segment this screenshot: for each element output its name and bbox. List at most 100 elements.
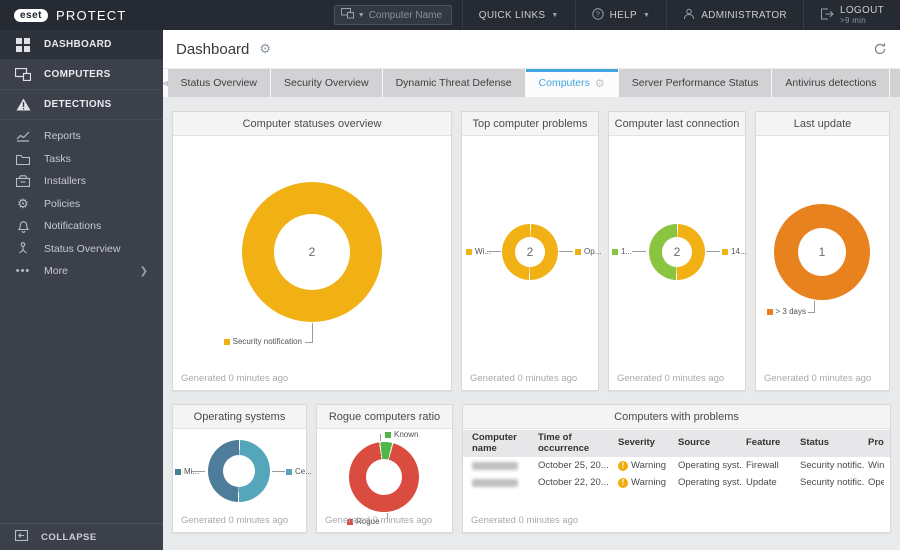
- sidebar-item-tasks[interactable]: Tasks: [0, 148, 163, 171]
- cell-time: October 25, 20...: [538, 460, 609, 471]
- product-name: PROTECT: [56, 7, 127, 23]
- generated-note: Generated 0 minutes ago: [764, 373, 872, 384]
- status-overview-icon: [15, 241, 31, 257]
- tab-settings-gear-icon[interactable]: ⚙: [595, 77, 605, 90]
- sidebar-item-notifications[interactable]: Notifications: [0, 215, 163, 238]
- legend-label: Mi...: [184, 467, 200, 476]
- dashboard-tabstrip: ◃ Status Overview Security Overview Dyna…: [163, 68, 900, 97]
- tab-security-overview[interactable]: Security Overview: [270, 69, 382, 97]
- collapse-icon: [14, 529, 29, 544]
- eset-protect-app: eset PROTECT ▼ QUICK LINKS ▼ ? HELP ▼: [0, 0, 900, 550]
- warning-severity-icon: [618, 477, 628, 488]
- legend-left: Mi...: [175, 467, 199, 476]
- problems-table: Computer name Time of occurrence Severit…: [463, 430, 890, 491]
- legend-older-3-days: > 3 days: [766, 307, 806, 316]
- card-title: Rogue computers ratio: [317, 405, 452, 429]
- refresh-button[interactable]: [873, 42, 887, 56]
- tab-dynamic-threat-defense[interactable]: Dynamic Threat Defense: [382, 69, 525, 97]
- tab-computers[interactable]: Computers ⚙: [525, 69, 618, 97]
- sidebar-item-label: DETECTIONS: [44, 99, 112, 110]
- logout-icon: [820, 8, 834, 23]
- column-header: Severity: [618, 437, 655, 449]
- legend-label: Security notification: [232, 337, 302, 346]
- chevron-down-icon: ▼: [551, 11, 559, 19]
- sidebar-item-label: Tasks: [44, 152, 71, 165]
- legend-label: > 3 days: [775, 307, 806, 316]
- generated-note: Generated 0 minutes ago: [325, 515, 433, 526]
- column-header: Feature: [746, 437, 781, 449]
- sidebar-item-installers[interactable]: Installers: [0, 170, 163, 193]
- cell-problem: Operating syst...: [868, 477, 884, 488]
- search-input[interactable]: [368, 9, 445, 21]
- cell-feature: Firewall: [746, 460, 779, 471]
- detections-warning-icon: [15, 97, 31, 113]
- legend-right: Ce...: [286, 467, 312, 476]
- sidebar-item-computers[interactable]: COMPUTERS: [0, 60, 163, 90]
- sidebar: DASHBOARD COMPUTERS DETECTIONS Reports T…: [0, 30, 163, 550]
- legend-label: 1...: [621, 247, 633, 256]
- installers-box-icon: [15, 173, 31, 189]
- redacted-computer-name: [472, 478, 518, 487]
- card-title: Last update: [756, 112, 889, 136]
- chevron-right-icon: ❯: [139, 265, 148, 277]
- donut-center-value: 2: [673, 245, 681, 259]
- quick-links-menu[interactable]: QUICK LINKS ▼: [461, 0, 575, 30]
- card-computer-statuses-overview: Computer statuses overview 2 Security no…: [172, 111, 452, 391]
- table-row[interactable]: October 22, 20... Warning Operating syst…: [463, 474, 890, 491]
- tab-status-overview[interactable]: Status Overview: [167, 69, 270, 97]
- legend-swatch: [575, 248, 581, 255]
- legend-swatch: [286, 468, 292, 475]
- collapse-button[interactable]: COLLAPSE: [0, 523, 163, 550]
- logout-button[interactable]: LOGOUT >9 min: [802, 0, 900, 30]
- card-operating-systems: Operating systems Mi... Ce... Generated …: [172, 404, 312, 533]
- sidebar-item-dashboard[interactable]: DASHBOARD: [0, 30, 163, 60]
- page-title: Dashboard: [176, 40, 250, 58]
- sidebar-item-label: DASHBOARD: [44, 39, 112, 50]
- tab-label: Dynamic Threat Defense: [395, 77, 512, 89]
- user-label: ADMINISTRATOR: [701, 9, 787, 21]
- svg-text:?: ?: [595, 9, 599, 18]
- tab-label: Computers: [538, 77, 590, 89]
- policies-gear-icon: ⚙: [17, 196, 29, 212]
- chevron-down-icon[interactable]: ▼: [358, 12, 365, 19]
- cell-time: October 22, 20...: [538, 477, 609, 488]
- table-row[interactable]: October 25, 20... Warning Operating syst…: [463, 457, 890, 474]
- sidebar-item-reports[interactable]: Reports: [0, 125, 163, 148]
- sidebar-item-policies[interactable]: ⚙ Policies: [0, 193, 163, 216]
- computer-icon: [340, 6, 354, 24]
- legend-swatch: [385, 431, 391, 438]
- help-menu[interactable]: ? HELP ▼: [574, 0, 667, 30]
- tab-label: Server Performance Status: [631, 77, 759, 89]
- cell-source: Operating syst...: [678, 460, 743, 471]
- sidebar-item-label: Status Overview: [44, 242, 121, 255]
- sidebar-item-status-overview[interactable]: Status Overview: [0, 238, 163, 261]
- dashboard-settings-gear-icon[interactable]: ⚙: [259, 41, 271, 57]
- top-bar: eset PROTECT ▼ QUICK LINKS ▼ ? HELP ▼: [0, 0, 900, 30]
- sidebar-item-label: Reports: [44, 130, 81, 143]
- card-last-update: Last update 1 > 3 days Generated 0 minut…: [755, 111, 890, 391]
- legend-right: 14...: [722, 247, 747, 256]
- card-title: Computer last connection: [609, 112, 745, 136]
- dashboard-cards: Computer statuses overview 2 Security no…: [163, 97, 900, 533]
- generated-note: Generated 0 minutes ago: [181, 515, 289, 526]
- legend-swatch: [612, 248, 618, 255]
- card-top-computer-problems: Top computer problems 2 Wi... Op... Gene…: [461, 111, 601, 391]
- generated-note: Generated 0 minutes ago: [181, 373, 289, 384]
- administrator-menu[interactable]: ADMINISTRATOR: [666, 0, 803, 30]
- eset-logo: eset: [14, 8, 49, 22]
- tab-firewall-detections[interactable]: Firewall detections: [890, 69, 900, 97]
- legend-label: Ce...: [295, 467, 312, 476]
- tab-server-performance-status[interactable]: Server Performance Status: [618, 69, 772, 97]
- legend-right: Op...: [575, 247, 601, 256]
- sidebar-item-detections[interactable]: DETECTIONS: [0, 90, 163, 120]
- legend-label: Wi...: [475, 247, 491, 256]
- computer-search-box[interactable]: ▼: [333, 5, 452, 25]
- session-timeout: >9 min: [839, 16, 867, 26]
- legend-swatch: [466, 248, 472, 255]
- column-header: Source: [678, 437, 711, 449]
- donut-center-value: 2: [308, 245, 316, 259]
- quick-links-label: QUICK LINKS: [478, 9, 546, 21]
- collapse-label: COLLAPSE: [41, 531, 97, 543]
- sidebar-item-more[interactable]: ••• More ❯: [0, 260, 163, 283]
- tab-antivirus-detections[interactable]: Antivirus detections: [772, 69, 890, 97]
